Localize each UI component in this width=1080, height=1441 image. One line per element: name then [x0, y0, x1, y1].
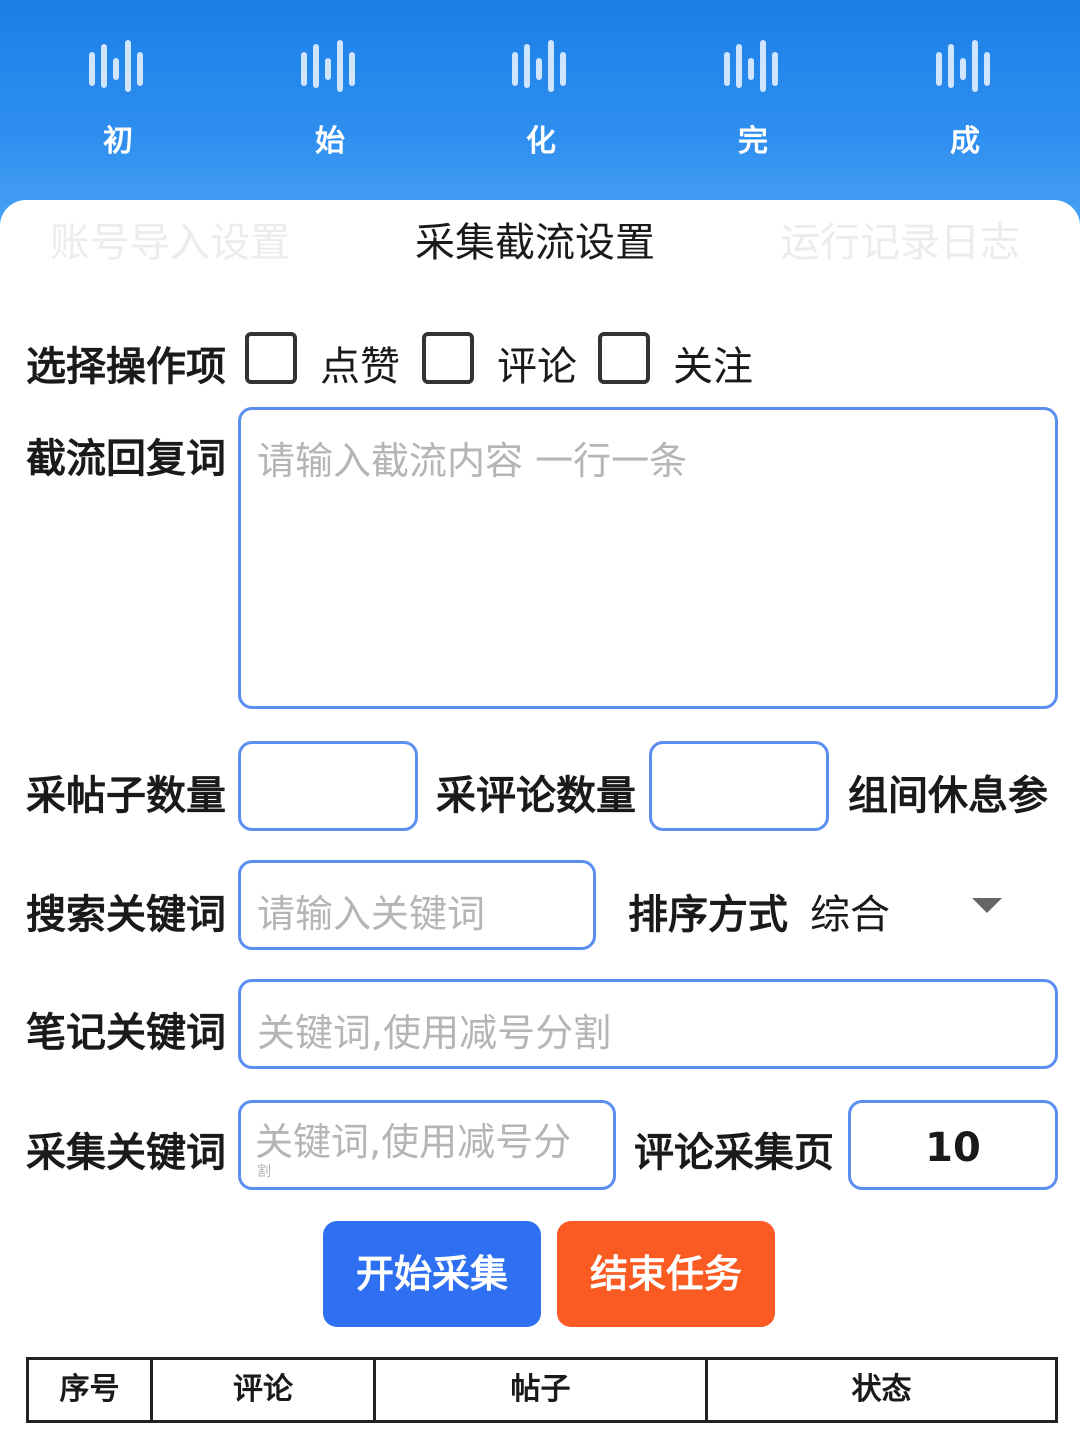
collect-keyword-input[interactable]: 关键词,使用减号分 割 — [238, 1100, 616, 1190]
results-table-header: 序号 评论 帖子 状态 — [26, 1357, 1058, 1423]
collect-keyword-placeholder: 关键词,使用减号分 — [255, 1120, 572, 1164]
comment-count-input[interactable] — [649, 741, 829, 831]
comment-page-input[interactable]: 10 — [848, 1100, 1058, 1190]
note-keyword-input[interactable]: 关键词,使用减号分割 — [238, 979, 1058, 1069]
step-label: 初 — [103, 124, 133, 159]
column-header-index: 序号 — [29, 1360, 153, 1420]
comment-page-label: 评论采集页 — [634, 1130, 834, 1176]
step-2: 始 — [270, 38, 390, 160]
tab-collect-settings[interactable]: 采集截流设置 — [415, 218, 655, 268]
sound-wave-icon — [512, 40, 566, 92]
step-label: 化 — [526, 124, 556, 159]
step-label: 成 — [950, 124, 980, 159]
note-keyword-label: 笔记关键词 — [26, 1010, 226, 1056]
comment-checkbox[interactable] — [422, 332, 474, 384]
sound-wave-icon — [936, 40, 990, 92]
sound-wave-icon — [89, 40, 143, 92]
step-4: 完 — [693, 38, 813, 160]
collect-keyword-placeholder-tail: 割 — [257, 1164, 271, 1180]
step-label: 完 — [738, 124, 768, 159]
comment-page-value: 10 — [925, 1125, 981, 1171]
collect-keyword-label: 采集关键词 — [26, 1130, 226, 1176]
tab-account-import[interactable]: 账号导入设置 — [50, 218, 290, 268]
sound-wave-icon — [724, 40, 778, 92]
search-keyword-placeholder: 请输入关键词 — [257, 892, 486, 936]
like-checkbox[interactable] — [245, 332, 297, 384]
dropdown-arrow-icon[interactable] — [972, 898, 1002, 913]
reply-label: 截流回复词 — [26, 436, 226, 482]
sound-wave-icon — [301, 40, 355, 92]
search-keyword-input[interactable]: 请输入关键词 — [238, 860, 596, 950]
step-label: 始 — [315, 124, 345, 159]
tab-run-log[interactable]: 运行记录日志 — [780, 218, 1020, 268]
sort-value: 综合 — [810, 892, 890, 938]
comment-checkbox-label: 评论 — [497, 344, 577, 390]
column-header-status: 状态 — [851, 1372, 912, 1407]
note-keyword-placeholder: 关键词,使用减号分割 — [257, 1011, 612, 1055]
post-count-input[interactable] — [238, 741, 418, 831]
like-checkbox-label: 点赞 — [320, 344, 400, 390]
operation-label: 选择操作项 — [26, 344, 226, 390]
follow-checkbox-label: 关注 — [673, 344, 753, 390]
post-count-label: 采帖子数量 — [26, 773, 226, 819]
reply-textarea[interactable]: 请输入截流内容 一行一条 — [238, 407, 1058, 709]
column-header-comment: 评论 — [153, 1360, 376, 1420]
comment-count-label: 采评论数量 — [436, 773, 636, 819]
start-collect-button[interactable]: 开始采集 — [323, 1221, 541, 1327]
step-3: 化 — [481, 38, 601, 160]
header-banner: 初 始 化 完 成 — [0, 0, 1080, 230]
step-5: 成 — [905, 38, 1025, 160]
step-1: 初 — [58, 38, 178, 160]
sort-label: 排序方式 — [628, 892, 788, 938]
rest-param-label: 组间休息参 — [848, 773, 1048, 819]
reply-placeholder: 请输入截流内容 一行一条 — [257, 439, 688, 483]
follow-checkbox[interactable] — [598, 332, 650, 384]
search-keyword-label: 搜索关键词 — [26, 892, 226, 938]
end-task-button[interactable]: 结束任务 — [557, 1221, 775, 1327]
column-header-post: 帖子 — [376, 1360, 708, 1420]
